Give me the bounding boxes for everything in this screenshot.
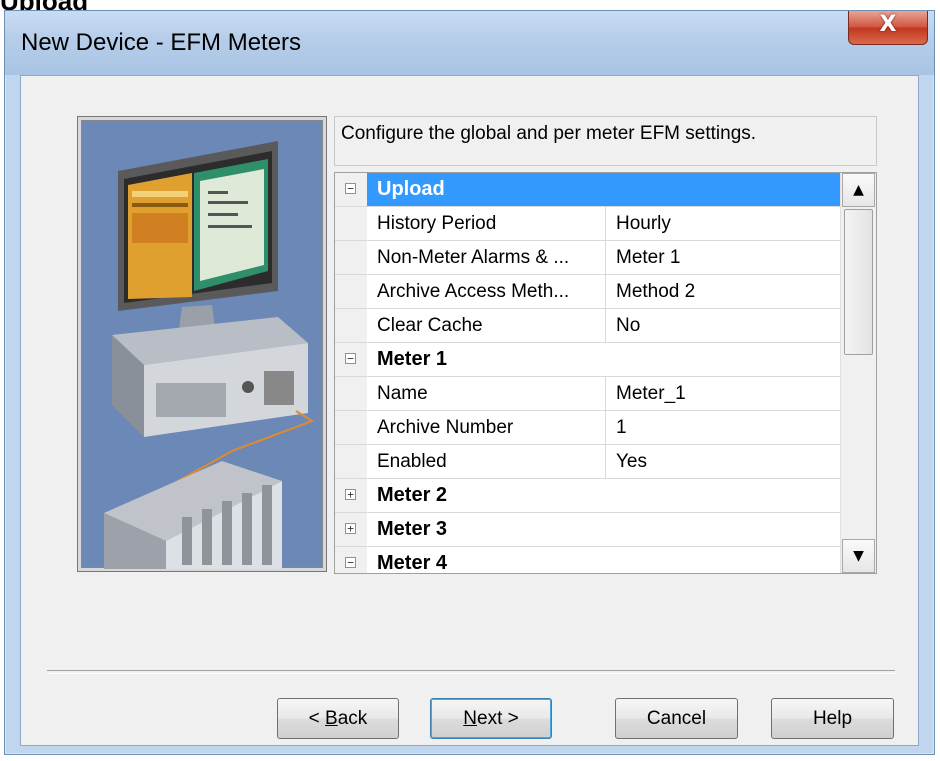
back-button[interactable]: < Back: [277, 698, 399, 739]
category-label: Meter 2: [377, 484, 448, 506]
property-name: Name: [377, 383, 428, 404]
category-meter-1[interactable]: − Meter 1: [335, 343, 840, 377]
wizard-illustration: [77, 116, 327, 572]
property-name: Enabled: [377, 451, 447, 472]
scroll-up-button[interactable]: ▲: [842, 173, 875, 207]
row-margin: [335, 241, 367, 274]
category-meter-2[interactable]: + Meter 2: [335, 479, 840, 513]
collapse-icon[interactable]: −: [345, 183, 356, 194]
scroll-thumb[interactable]: [844, 209, 873, 355]
row-margin: [335, 377, 367, 410]
separator-line: [47, 670, 895, 674]
property-value[interactable]: No: [605, 309, 840, 342]
property-grid[interactable]: − Upload History Period Hourly Non-Meter…: [334, 172, 877, 574]
property-value[interactable]: Meter_1: [605, 377, 840, 410]
back-accelerator: B: [325, 708, 338, 729]
property-name: Archive Number: [377, 417, 514, 438]
scroll-down-button[interactable]: ▼: [842, 539, 875, 573]
next-button[interactable]: Next >: [430, 698, 552, 739]
category-label: Upload: [377, 178, 445, 200]
collapse-icon[interactable]: −: [345, 557, 356, 568]
arrow-down-icon: ▼: [853, 548, 864, 564]
dialog-client-area: Configure the global and per meter EFM s…: [20, 75, 919, 746]
property-row-non-meter-alarms[interactable]: Non-Meter Alarms & ... Meter 1: [335, 241, 840, 275]
close-button[interactable]: X: [848, 11, 928, 45]
property-row-archive-number[interactable]: Archive Number 1: [335, 411, 840, 445]
row-margin: [335, 309, 367, 342]
category-upload[interactable]: − Upload: [335, 173, 840, 207]
computer-network-illustration-icon: [104, 141, 315, 569]
property-value[interactable]: 1: [605, 411, 840, 444]
back-prefix: <: [308, 708, 326, 729]
property-name: History Period: [377, 213, 497, 234]
property-row-enabled[interactable]: Enabled Yes: [335, 445, 840, 479]
help-button[interactable]: Help: [771, 698, 894, 739]
property-value[interactable]: Method 2: [605, 275, 840, 308]
dialog-window: New Device - EFM Meters X Configure the …: [4, 10, 935, 755]
collapse-icon[interactable]: −: [345, 353, 356, 364]
title-bar[interactable]: New Device - EFM Meters X: [5, 11, 934, 75]
property-row-archive-access-method[interactable]: Archive Access Meth... Method 2: [335, 275, 840, 309]
back-rest: ack: [337, 708, 368, 729]
description-text: Configure the global and per meter EFM s…: [334, 116, 877, 166]
category-meter-4[interactable]: − Meter 4: [335, 547, 840, 574]
property-name: Non-Meter Alarms & ...: [377, 247, 570, 268]
property-name: Clear Cache: [377, 315, 483, 336]
category-label: Meter 3: [377, 518, 448, 540]
expand-icon[interactable]: +: [345, 489, 356, 500]
property-value[interactable]: Hourly: [605, 207, 840, 240]
row-margin: [335, 275, 367, 308]
arrow-up-icon: ▲: [853, 182, 864, 198]
property-grid-rows: − Upload History Period Hourly Non-Meter…: [335, 173, 840, 574]
property-row-clear-cache[interactable]: Clear Cache No: [335, 309, 840, 343]
property-value[interactable]: Yes: [605, 445, 840, 478]
property-value[interactable]: Meter 1: [605, 241, 840, 274]
property-name: Archive Access Meth...: [377, 281, 570, 302]
row-margin: [335, 445, 367, 478]
property-row-history-period[interactable]: History Period Hourly: [335, 207, 840, 241]
category-label: Meter 1: [377, 348, 448, 370]
category-label: Meter 4: [377, 552, 448, 574]
category-meter-3[interactable]: + Meter 3: [335, 513, 840, 547]
property-row-name[interactable]: Name Meter_1: [335, 377, 840, 411]
close-icon: X: [879, 12, 897, 37]
next-rest: ext >: [477, 708, 519, 729]
expand-icon[interactable]: +: [345, 523, 356, 534]
vertical-scrollbar[interactable]: ▲ ▼: [840, 173, 876, 573]
row-margin: [335, 411, 367, 444]
window-title: New Device - EFM Meters: [21, 29, 302, 56]
next-accelerator: N: [463, 708, 477, 729]
cancel-button[interactable]: Cancel: [615, 698, 738, 739]
row-margin: [335, 207, 367, 240]
